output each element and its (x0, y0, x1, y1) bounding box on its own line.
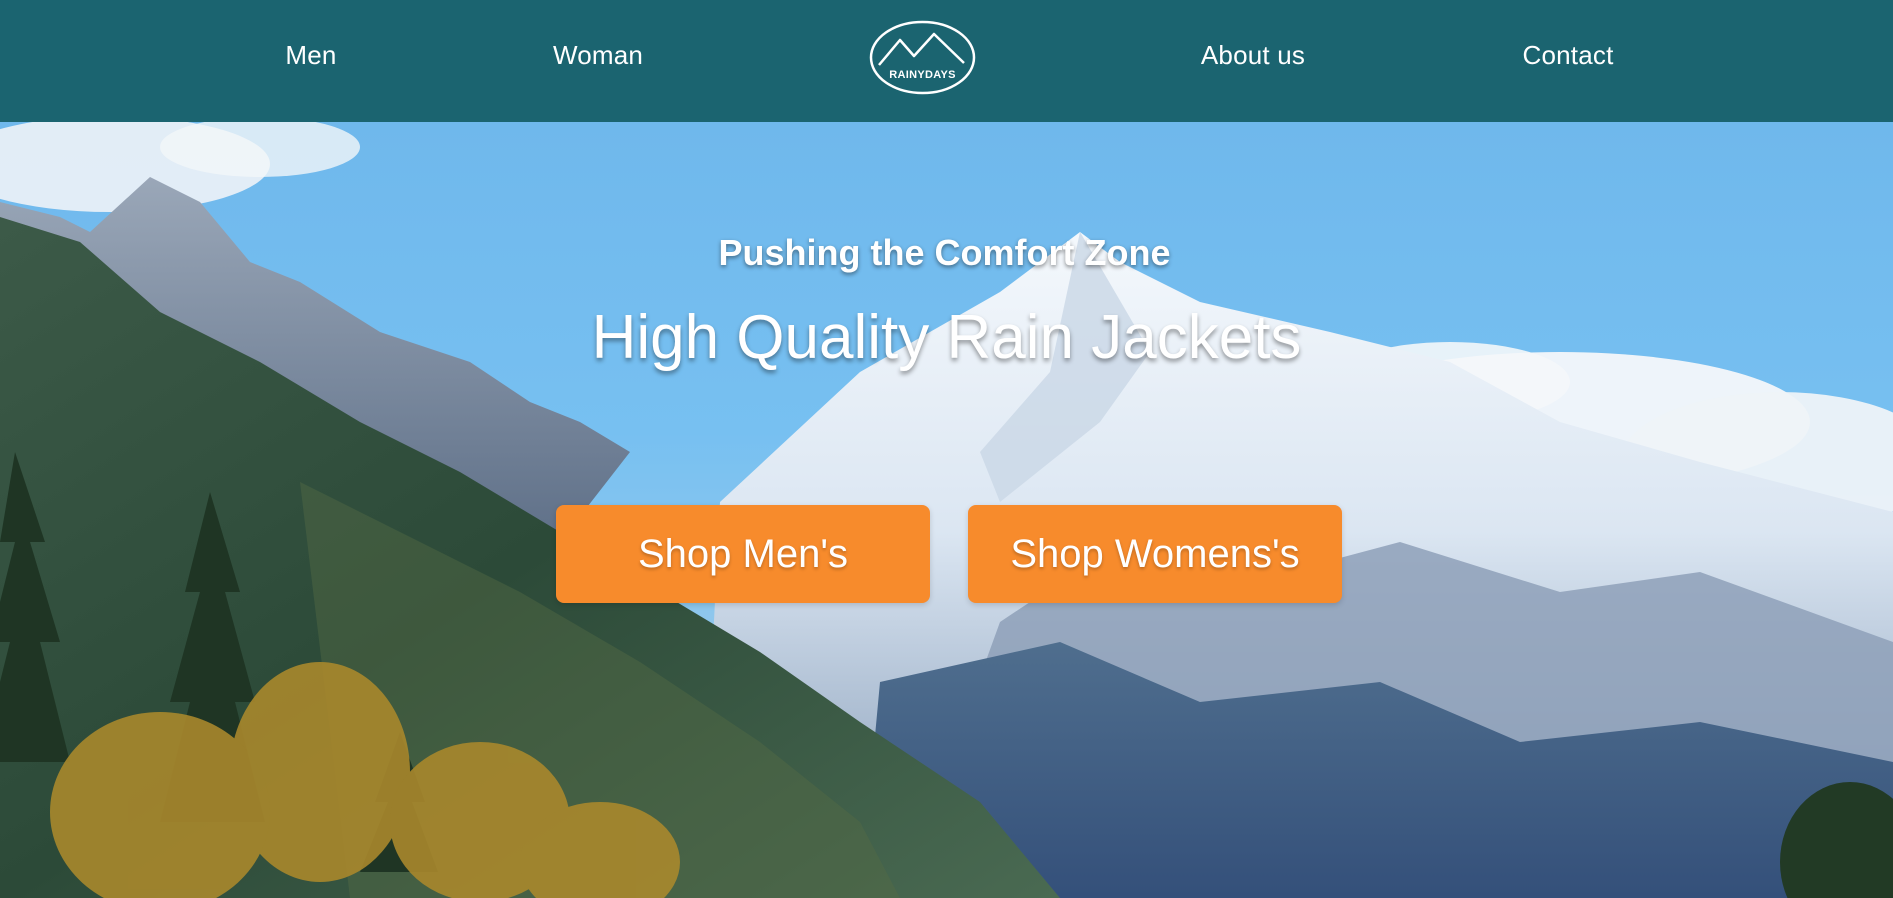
hero-subtitle: Pushing the Comfort Zone (718, 232, 1171, 273)
nav-link-contact[interactable]: Contact (1522, 40, 1613, 71)
rainydays-logo[interactable]: RAINYDAYS (869, 20, 976, 95)
logo-text: RAINYDAYS (889, 69, 956, 81)
top-navigation: Men Woman RAINYDAYS About us Contact (0, 0, 1893, 122)
nav-link-about-us[interactable]: About us (1201, 40, 1305, 71)
mountain-logo-icon (869, 20, 976, 95)
shop-mens-button[interactable]: Shop Men's (556, 505, 930, 603)
hero-banner: Pushing the Comfort Zone High Quality Ra… (0, 122, 1893, 898)
shop-womens-button[interactable]: Shop Womens's (968, 505, 1342, 603)
hero-title: High Quality Rain Jackets (591, 303, 1302, 372)
nav-link-men[interactable]: Men (285, 40, 336, 71)
nav-link-woman[interactable]: Woman (553, 40, 643, 71)
